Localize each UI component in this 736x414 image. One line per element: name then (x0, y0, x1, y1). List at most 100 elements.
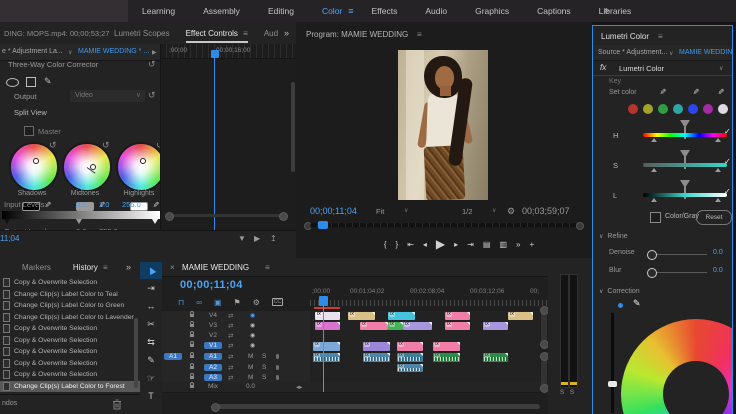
lock-icon[interactable] (190, 363, 194, 369)
history-item[interactable]: Copy & Overwrite Selection (0, 358, 140, 370)
history-item[interactable]: Copy & Overwrite Selection (0, 369, 140, 381)
range-handle[interactable] (651, 168, 657, 172)
chevron-right-icon[interactable]: ▶ (152, 49, 157, 56)
mini-playhead[interactable] (211, 50, 219, 58)
range-handle[interactable] (715, 138, 721, 142)
panel-menu-icon[interactable]: ≡ (658, 32, 663, 41)
hsl-slider-s[interactable]: S ✓ (593, 149, 732, 179)
track-name[interactable]: V1 (204, 342, 222, 349)
play-button[interactable]: ▶ (436, 237, 445, 251)
video-clip[interactable]: fx (315, 312, 340, 320)
panel-overflow-icon[interactable]: » (284, 28, 289, 38)
track-name[interactable]: A2 (204, 364, 222, 371)
check-icon[interactable]: ✓ (724, 157, 731, 166)
mute-button[interactable]: M (248, 364, 253, 371)
settings-wrench-icon[interactable]: ⚙ (507, 206, 515, 217)
mini-horizontal-scrollbar[interactable] (169, 214, 285, 217)
type-tool[interactable]: T (140, 388, 162, 405)
solo-button[interactable]: S (262, 364, 266, 371)
output-dropdown[interactable]: Video ∨ (70, 90, 145, 102)
export-icon[interactable]: ↥ (270, 234, 277, 243)
lock-icon[interactable] (190, 382, 194, 388)
panel-menu-icon[interactable]: ≡ (417, 30, 422, 39)
add-button[interactable]: + (529, 240, 534, 249)
lumetri-tab[interactable]: Lumetri Color (601, 32, 649, 41)
split-view-row[interactable]: Split View (0, 108, 160, 122)
hsl-slider-h[interactable]: H ✓ (593, 119, 732, 149)
workspace-tab-captions[interactable]: Captions (523, 6, 585, 16)
hsl-slider-l[interactable]: L ✓ (593, 179, 732, 209)
history-item[interactable]: Copy & Overwrite Selection (0, 335, 140, 347)
panel-menu-icon[interactable]: ≡ (241, 29, 248, 38)
luma-vertical-slider[interactable] (611, 313, 614, 413)
captions-icon[interactable]: CC (271, 298, 284, 306)
video-clip[interactable]: fx (403, 322, 432, 330)
history-item[interactable]: Change Clip(s) Label Color to Teal (0, 289, 140, 301)
video-clip[interactable]: fx (433, 342, 460, 351)
playhead[interactable] (319, 296, 328, 306)
mix-value[interactable]: 0.0 (246, 383, 255, 390)
chevron-down-icon[interactable]: ∨ (492, 207, 496, 214)
lock-icon[interactable] (190, 331, 194, 337)
scrubber-track[interactable] (310, 223, 578, 228)
input-level-gamma[interactable]: 1.0 (99, 200, 109, 209)
color-gray-checkbox[interactable] (650, 212, 661, 223)
timeline-horizontal-scrollbar[interactable] (214, 404, 540, 409)
lock-icon[interactable] (190, 321, 194, 327)
nest-icon[interactable]: ▣ (214, 298, 222, 307)
solo-button[interactable]: S (262, 353, 266, 360)
tab-effect-controls[interactable]: Effect Controls ≡ (185, 29, 248, 43)
play-only-icon[interactable]: ▶ (254, 234, 260, 243)
workspace-menu-icon[interactable]: ≡ (348, 6, 353, 16)
settings-wrench-icon[interactable]: ⚙ (253, 298, 260, 307)
scrubber-playhead[interactable] (318, 221, 328, 229)
scrollbar-end-handle[interactable] (165, 212, 174, 221)
lock-icon[interactable] (190, 311, 194, 317)
timeline-timecode[interactable]: 00;00;11;04 (180, 279, 243, 291)
sequence-clip-label[interactable]: MAMIE WEDDING * ... (78, 48, 149, 55)
track-select-forward-tool[interactable]: ⇥ (140, 280, 162, 297)
key-swatch-2[interactable] (658, 104, 668, 114)
eyedropper-minus-icon[interactable]: ✎ (716, 88, 725, 95)
audio-clip[interactable]: fx (397, 353, 423, 362)
voiceover-mic-icon[interactable] (276, 354, 279, 359)
eyedropper-icon[interactable]: ✎ (658, 88, 667, 95)
pen-tool[interactable]: ✎ (140, 352, 162, 369)
workspace-tab-learning[interactable]: Learning (128, 6, 189, 16)
more-button[interactable]: » (516, 240, 520, 249)
ripple-edit-tool[interactable]: ↔ (140, 298, 162, 315)
param-value[interactable]: 0.0 (713, 249, 723, 256)
audio-clip[interactable]: fx (313, 353, 340, 362)
reset-wheel-icon[interactable]: ↺ (49, 140, 57, 151)
tab-lumetri-scopes[interactable]: Lumetri Scopes (114, 29, 170, 43)
workspace-tab-audio[interactable]: Audio (411, 6, 461, 16)
video-clip[interactable]: fx (388, 312, 415, 320)
panel-menu-icon[interactable]: ≡ (101, 263, 108, 272)
chevron-down-icon[interactable]: ∨ (404, 207, 408, 214)
workspace-tab-editing[interactable]: Editing (254, 6, 308, 16)
sync-lock-icon[interactable]: ⇄ (228, 353, 233, 361)
trash-icon[interactable] (112, 399, 122, 412)
marker-icon[interactable]: ⚑ (234, 298, 241, 307)
track-output-eye-icon[interactable]: ◉ (250, 322, 255, 329)
check-icon[interactable]: ✓ (724, 127, 731, 136)
panel-overflow-icon[interactable]: » (126, 262, 131, 272)
workspace-tab-libraries[interactable]: Libraries (585, 6, 646, 16)
mini-vertical-scrollbar[interactable] (291, 82, 295, 172)
mute-button[interactable]: M (248, 353, 253, 360)
lift-button[interactable]: ▤ (483, 240, 491, 249)
video-clip[interactable]: fx (360, 322, 388, 330)
correction-section[interactable]: ∨ Correction (599, 288, 640, 295)
param-value[interactable]: 0.0 (713, 267, 723, 274)
history-item[interactable]: Change Clip(s) Label Color to Forest (0, 380, 140, 392)
step-forward-button[interactable]: ▸ (454, 240, 458, 249)
sequence-label[interactable]: MAMIE WEDDING (679, 49, 732, 56)
check-icon[interactable]: ✓ (724, 187, 731, 196)
playback-resolution-select[interactable]: 1/2 (462, 207, 472, 216)
range-handle[interactable] (651, 138, 657, 142)
filter-icon[interactable]: ▼ (238, 234, 246, 243)
voiceover-mic-icon[interactable] (276, 375, 279, 380)
lumetri-effect-name[interactable]: Lumetri Color (619, 64, 664, 73)
refine-section[interactable]: ∨ Refine (599, 233, 628, 240)
ellipse-mask-icon[interactable] (6, 78, 19, 87)
